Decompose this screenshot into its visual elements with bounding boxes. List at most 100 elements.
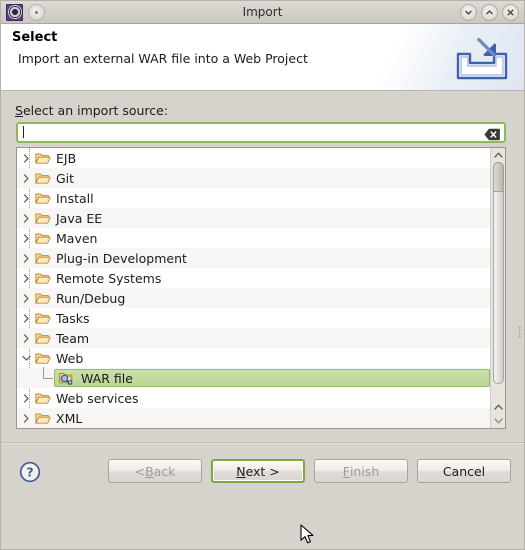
- tree-row-label: Run/Debug: [56, 290, 126, 306]
- svg-text:?: ?: [26, 465, 33, 480]
- war-file-icon: [58, 370, 74, 386]
- folder-icon: [35, 391, 53, 405]
- cancel-button-label: Cancel: [442, 463, 486, 479]
- window-controls: [460, 1, 519, 24]
- tree-row-label: Java EE: [56, 210, 103, 226]
- tree-row-git[interactable]: Git: [17, 168, 490, 188]
- tree-elbow-connector: [43, 367, 53, 379]
- tree-row-java-ee[interactable]: Java EE: [17, 208, 490, 228]
- tree-row-plug-in-development[interactable]: Plug-in Development: [17, 248, 490, 268]
- chevron-right-icon[interactable]: [17, 273, 35, 283]
- tree-row-label: Web services: [56, 390, 139, 406]
- scrollbar-bottom-buttons: [491, 400, 506, 428]
- finish-button[interactable]: Finish: [314, 459, 408, 483]
- back-button-mnemonic: B: [145, 463, 154, 479]
- clear-backspace-icon[interactable]: [484, 126, 500, 141]
- tree-row-label: Remote Systems: [56, 270, 162, 286]
- help-question-icon[interactable]: ?: [19, 461, 41, 483]
- tree-row-label: Maven: [56, 230, 98, 246]
- footer-separator: [1, 442, 524, 444]
- finish-button-post: inish: [349, 463, 380, 479]
- folder-icon: [35, 351, 53, 365]
- tree-row-label: XML: [56, 410, 83, 426]
- tree-row-remote-systems[interactable]: Remote Systems: [17, 268, 490, 288]
- folder-icon: [35, 291, 53, 305]
- minimize-button[interactable]: [460, 4, 477, 21]
- close-button[interactable]: [502, 4, 519, 21]
- folder-icon: [35, 231, 53, 245]
- folder-icon: [35, 191, 53, 205]
- tree-row-xml[interactable]: XML: [17, 408, 490, 428]
- selected-item-highlight[interactable]: WAR file: [54, 369, 490, 387]
- scroll-up-button[interactable]: [491, 148, 506, 162]
- tree-row-run-debug[interactable]: Run/Debug: [17, 288, 490, 308]
- tree-row-label: Web: [56, 350, 84, 366]
- wizard-header: Select Import an external WAR file into …: [1, 24, 524, 91]
- tree-row-label: WAR file: [81, 370, 133, 386]
- chevron-down-icon[interactable]: [17, 355, 35, 362]
- tree-row-install[interactable]: Install: [17, 188, 490, 208]
- tree-row-web-services[interactable]: Web services: [17, 388, 490, 408]
- tree-row-maven[interactable]: Maven: [17, 228, 490, 248]
- folder-icon: [35, 331, 53, 345]
- chevron-right-icon[interactable]: [17, 413, 35, 423]
- next-button-mnemonic: N: [236, 463, 246, 479]
- chevron-right-icon[interactable]: [17, 213, 35, 223]
- scroll-up-button-bottom[interactable]: [491, 400, 506, 414]
- back-button-pre: <: [134, 463, 146, 479]
- search-input[interactable]: [18, 125, 177, 143]
- tree-row-ejb[interactable]: EJB: [17, 148, 490, 168]
- chevron-right-icon[interactable]: [17, 393, 35, 403]
- filter-field-wrapper[interactable]: [16, 122, 506, 143]
- page-description: Import an external WAR file into a Web P…: [18, 51, 308, 66]
- cancel-button[interactable]: Cancel: [417, 459, 511, 483]
- mouse-arrow-cursor: [300, 524, 316, 546]
- wizard-footer: ? < Back Next > Finish Cancel: [1, 449, 524, 503]
- tree-row-label: Tasks: [56, 310, 90, 326]
- folder-icon: [35, 151, 53, 165]
- tree-rows-container[interactable]: EJB Git Install Java EE Maven Plug-in De…: [17, 148, 490, 428]
- import-source-label: Select an import source:: [15, 103, 168, 118]
- chevron-right-icon[interactable]: [17, 193, 35, 203]
- next-button-post: ext >: [245, 463, 280, 479]
- chevron-right-icon[interactable]: [17, 173, 35, 183]
- wizard-button-row: < Back Next > Finish Cancel: [108, 459, 511, 483]
- scroll-down-button[interactable]: [491, 414, 506, 428]
- label-rest: elect an import source:: [22, 103, 169, 118]
- finish-button-mnemonic: F: [342, 463, 350, 479]
- tree-row-tasks[interactable]: Tasks: [17, 308, 490, 328]
- folder-icon: [35, 271, 53, 285]
- back-button[interactable]: < Back: [108, 459, 202, 483]
- chevron-right-icon[interactable]: [17, 233, 35, 243]
- chevron-right-icon[interactable]: [17, 293, 35, 303]
- scrollbar-thumb[interactable]: [492, 162, 504, 384]
- tree-row-label: EJB: [56, 150, 77, 166]
- chevron-right-icon[interactable]: [17, 253, 35, 263]
- chevron-right-icon[interactable]: [17, 333, 35, 343]
- window-title: Import: [242, 5, 283, 19]
- tree-row-label: Install: [56, 190, 94, 206]
- folder-icon: [35, 171, 53, 185]
- text-caret: [23, 125, 24, 138]
- import-wizard-dialog: Import Select Import an external WAR fil…: [0, 0, 525, 550]
- chevron-right-icon[interactable]: [17, 153, 35, 163]
- label-mnemonic: S: [15, 103, 23, 118]
- tree-row-web[interactable]: Web: [17, 348, 490, 368]
- tree-row-label: Git: [56, 170, 75, 186]
- tree-row-label: Team: [56, 330, 90, 346]
- back-button-post: ack: [153, 463, 176, 479]
- tree-vertical-scrollbar[interactable]: [490, 148, 505, 428]
- import-arrow-into-tray-icon: [454, 36, 510, 82]
- maximize-button[interactable]: [481, 4, 498, 21]
- title-bar: Import: [1, 1, 524, 24]
- tree-row-war-file[interactable]: WAR file: [17, 367, 490, 388]
- folder-icon: [35, 211, 53, 225]
- folder-icon: [35, 411, 53, 425]
- page-title: Select: [12, 30, 58, 45]
- next-button[interactable]: Next >: [211, 459, 305, 483]
- folder-icon: [35, 311, 53, 325]
- scrollbar-track[interactable]: [491, 162, 506, 400]
- chevron-right-icon[interactable]: [17, 313, 35, 323]
- import-source-tree[interactable]: EJB Git Install Java EE Maven Plug-in De…: [16, 147, 506, 429]
- tree-row-team[interactable]: Team: [17, 328, 490, 348]
